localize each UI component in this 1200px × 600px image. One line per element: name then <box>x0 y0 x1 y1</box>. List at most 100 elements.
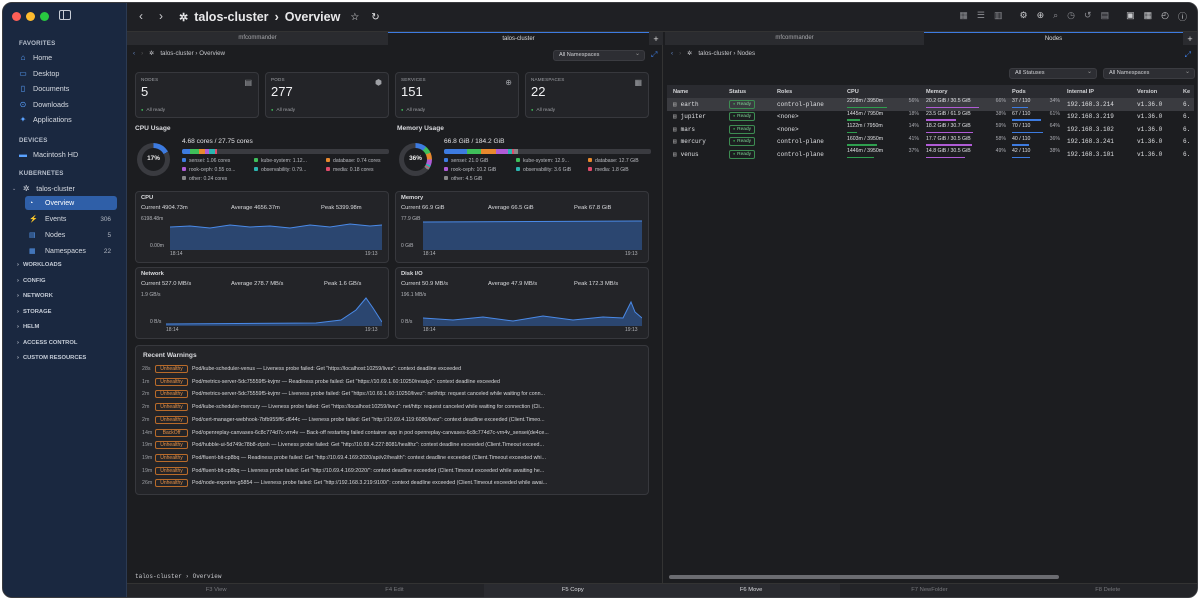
clock-icon[interactable]: ◷ <box>1067 10 1075 23</box>
star-icon[interactable]: ☆ <box>350 12 359 23</box>
sidebar-item-downloads[interactable]: ⊙ Downloads <box>19 98 69 111</box>
warning-row[interactable]: 2m Unhealthy Pod/kube-scheduler-mercury — … <box>142 403 642 412</box>
info-icon[interactable]: ⓘ <box>1178 10 1187 23</box>
warning-row[interactable]: 19m Unhealthy Pod/hubble-ui-5d749c78b8-zlp… <box>142 441 642 450</box>
table-row[interactable]: ▤jupiter Ready <none> 1445m / 7950m18%23.5 … <box>667 111 1194 124</box>
sidebar-group-network[interactable]: › NETWORK <box>17 293 53 299</box>
sidebar-item-applications[interactable]: ✦ Applications <box>19 113 72 126</box>
tab-talos-cluster[interactable]: talos-cluster <box>388 32 649 45</box>
warning-row[interactable]: 14m BackOff Pod/openreplay-canvases-6c8c77… <box>142 428 642 437</box>
node-memory-cell: 23.5 GiB / 61.9 GiB 38% <box>920 111 1006 124</box>
warning-type-badge: Unhealthy <box>155 453 188 462</box>
sidebar-group-workloads[interactable]: › WORKLOADS <box>17 262 62 268</box>
back-icon[interactable]: ‹ <box>671 50 673 57</box>
forward-icon[interactable]: › <box>141 50 143 57</box>
horizontal-scrollbar[interactable] <box>669 575 1059 579</box>
warning-row[interactable]: 1m Unhealthy Pod/metrics-server-5dc75559f5… <box>142 377 642 386</box>
sidebar-item-nodes[interactable]: ▤ Nodes 5 <box>25 228 117 242</box>
column-header-cpu[interactable]: CPU <box>841 85 920 98</box>
node-roles-cell: control-plane <box>771 98 841 111</box>
expand-icon[interactable]: ⤢ <box>651 50 657 60</box>
refresh-icon[interactable]: ↻ <box>371 12 379 23</box>
f6-move-button[interactable]: F6 Move <box>661 584 841 597</box>
close-window-button[interactable] <box>12 12 21 21</box>
column-header-roles[interactable]: Roles <box>771 85 841 98</box>
f8-delete-button[interactable]: F8 Delete <box>1019 584 1197 597</box>
column-header-name[interactable]: Name <box>667 85 723 98</box>
sidebar-item-namespaces[interactable]: ▦ Namespaces 22 <box>25 244 117 258</box>
helm-wheel-icon: ✲ <box>179 11 189 24</box>
table-row[interactable]: ▤mars Ready <none> 1122m / 7950m14%18.2 GiB… <box>667 123 1194 136</box>
table-row[interactable]: ▤earth Ready control-plane2228m / 3950m56%… <box>667 98 1194 111</box>
tab-nodes[interactable]: Nodes <box>924 32 1183 45</box>
tab-mfcommander-right[interactable]: mfcommander <box>665 32 924 45</box>
f5-copy-button[interactable]: F5 Copy <box>483 584 662 597</box>
sidebar-item-documents[interactable]: ▯ Documents <box>19 82 70 95</box>
node-cpu-cell: 2228m / 3950m 56% <box>841 98 920 111</box>
warning-row[interactable]: 26m Unhealthy Pod/node-exporter-g5854 — Li… <box>142 479 642 488</box>
server-icon: ▤ <box>673 125 677 133</box>
stat-card-namespaces[interactable]: NAMESPACES 22 All ready ▦ <box>525 72 649 118</box>
sidebar-group-helm[interactable]: › HELM <box>17 324 39 330</box>
expand-icon[interactable]: ⤢ <box>1185 50 1191 60</box>
terminal-icon[interactable]: ▣ <box>1126 10 1135 23</box>
pane-status-line: talos-cluster › Overview <box>135 573 222 580</box>
sidebar-item-home[interactable]: ⌂ Home <box>19 51 53 64</box>
zoom-window-button[interactable] <box>40 12 49 21</box>
sidebar-item-macintosh-hd[interactable]: ▬ Macintosh HD <box>19 148 78 161</box>
column-header-status[interactable]: Status <box>723 85 771 98</box>
table-header: Name Status Roles CPU Memory Pods Intern… <box>667 85 1194 98</box>
table-row[interactable]: ▤venus Ready control-plane 1446m / 3950m37%… <box>667 148 1194 161</box>
warning-row[interactable]: 19m Unhealthy Pod/fluent-bit-cp8bq — Liven… <box>142 466 642 475</box>
tab-mfcommander[interactable]: mfcommander <box>127 32 388 45</box>
add-tab-button[interactable]: + <box>1183 34 1197 44</box>
forward-icon[interactable]: › <box>679 50 681 57</box>
back-icon[interactable]: ‹ <box>133 50 135 57</box>
stat-card-pods[interactable]: PODS 277 All ready ⬢ <box>265 72 389 118</box>
history-icon[interactable]: ↺ <box>1084 10 1092 23</box>
sidebar-group-config[interactable]: › CONFIG <box>17 278 45 284</box>
table-row[interactable]: ▤mercury Ready control-plane 1603m / 3950m4… <box>667 136 1194 149</box>
settings-gear-icon[interactable]: ⚙ <box>1020 10 1028 23</box>
stat-card-services[interactable]: SERVICES 151 All ready ⊕ <box>395 72 519 118</box>
warning-row[interactable]: 2m Unhealthy Pod/metrics-server-5dc75559f5… <box>142 390 642 399</box>
sidebar-group-custom-resources[interactable]: › CUSTOM RESOURCES <box>17 355 86 361</box>
sidebar-group-access-control[interactable]: › ACCESS CONTROL <box>17 340 77 346</box>
sidebar-item-events[interactable]: ⚡ Events 306 <box>25 212 117 226</box>
warning-row[interactable]: 19m Unhealthy Pod/fluent-bit-cp8bq — Readi… <box>142 453 642 462</box>
namespace-filter-dropdown[interactable]: All Namespaces <box>553 50 645 61</box>
view-grid-icon[interactable]: ▦ <box>959 10 968 23</box>
f7-newfolder-button[interactable]: F7 NewFolder <box>840 584 1018 597</box>
disk-icon: ▬ <box>19 149 27 159</box>
minimize-window-button[interactable] <box>26 12 35 21</box>
clipboard-icon[interactable]: ▤ <box>1101 10 1110 23</box>
warning-row[interactable]: 2m Unhealthy Pod/cert-manager-webhook-7bfb… <box>142 415 642 424</box>
sidebar-toggle-icon[interactable] <box>59 10 71 20</box>
f4-edit-button[interactable]: F4 Edit <box>305 584 483 597</box>
column-header-pods[interactable]: Pods <box>1006 85 1061 98</box>
warning-row[interactable]: 28s Unhealthy Pod/kube-scheduler-venus — L… <box>142 365 642 373</box>
sidebar-group-storage[interactable]: › STORAGE <box>17 309 52 315</box>
sidebar-item-desktop[interactable]: ▭ Desktop <box>19 67 59 80</box>
search-icon[interactable]: ⌕ <box>1053 10 1058 23</box>
status-filter-dropdown[interactable]: All Statuses <box>1009 68 1097 79</box>
column-header-memory[interactable]: Memory <box>920 85 1006 98</box>
namespace-filter-dropdown-right[interactable]: All Namespaces <box>1103 68 1195 79</box>
cpu-usage-bar <box>847 106 888 109</box>
node-cpu-cell: 1122m / 7950m 14% <box>841 123 920 136</box>
stat-card-nodes[interactable]: NODES 5 All ready ▤ <box>135 72 259 118</box>
sidebar-cluster-talos[interactable]: ⌄ ✲ talos-cluster <box>12 182 75 195</box>
column-header-internal-ip[interactable]: Internal IP <box>1061 85 1131 98</box>
column-header-kernel[interactable]: Ke <box>1177 85 1194 98</box>
forward-icon[interactable]: › <box>159 9 163 23</box>
globe-icon[interactable]: ⊕ <box>1037 10 1045 23</box>
view-columns-icon[interactable]: ▥ <box>994 10 1003 23</box>
back-icon[interactable]: ‹ <box>139 9 143 23</box>
column-header-version[interactable]: Version <box>1131 85 1177 98</box>
time-icon[interactable]: ◴ <box>1161 10 1169 23</box>
add-tab-button[interactable]: + <box>649 34 663 44</box>
sidebar-item-overview[interactable]: ◔ Overview <box>25 196 117 210</box>
f3-view-button[interactable]: F3 View <box>127 584 305 597</box>
view-list-icon[interactable]: ☰ <box>977 10 985 23</box>
calendar-icon[interactable]: ▦ <box>1144 10 1153 23</box>
